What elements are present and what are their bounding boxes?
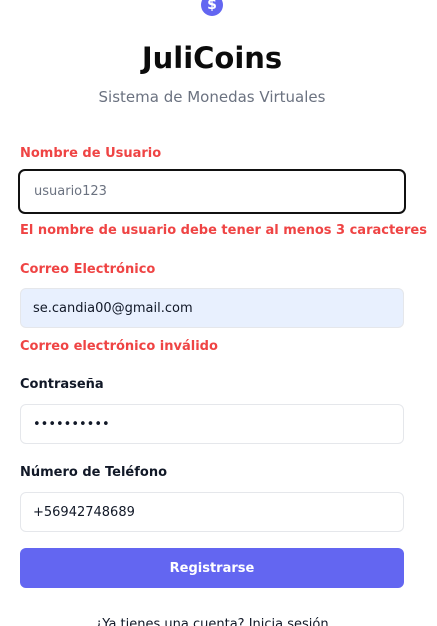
register-page: $ JuliCoins Sistema de Monedas Virtuales… — [0, 0, 437, 626]
phone-field[interactable] — [20, 492, 404, 532]
app-title: JuliCoins — [141, 41, 283, 75]
username-label: Nombre de Usuario — [20, 146, 162, 161]
login-prompt: ¿Ya tienes una cuenta? Inicia sesión — [0, 617, 424, 626]
email-error: Correo electrónico inválido — [20, 339, 218, 354]
register-button[interactable]: Registrarse — [20, 548, 404, 588]
app-subtitle: Sistema de Monedas Virtuales — [98, 88, 326, 106]
password-field[interactable] — [20, 404, 404, 444]
email-label: Correo Electrónico — [20, 262, 156, 277]
login-prompt-text: ¿Ya tienes una cuenta? — [95, 617, 249, 626]
phone-label: Número de Teléfono — [20, 465, 168, 480]
coin-icon: $ — [201, 0, 223, 16]
username-field[interactable] — [18, 169, 406, 214]
password-label: Contraseña — [20, 377, 104, 392]
username-error: El nombre de usuario debe tener al menos… — [20, 223, 427, 238]
email-field[interactable] — [20, 288, 404, 328]
login-link[interactable]: Inicia sesión — [249, 617, 329, 626]
